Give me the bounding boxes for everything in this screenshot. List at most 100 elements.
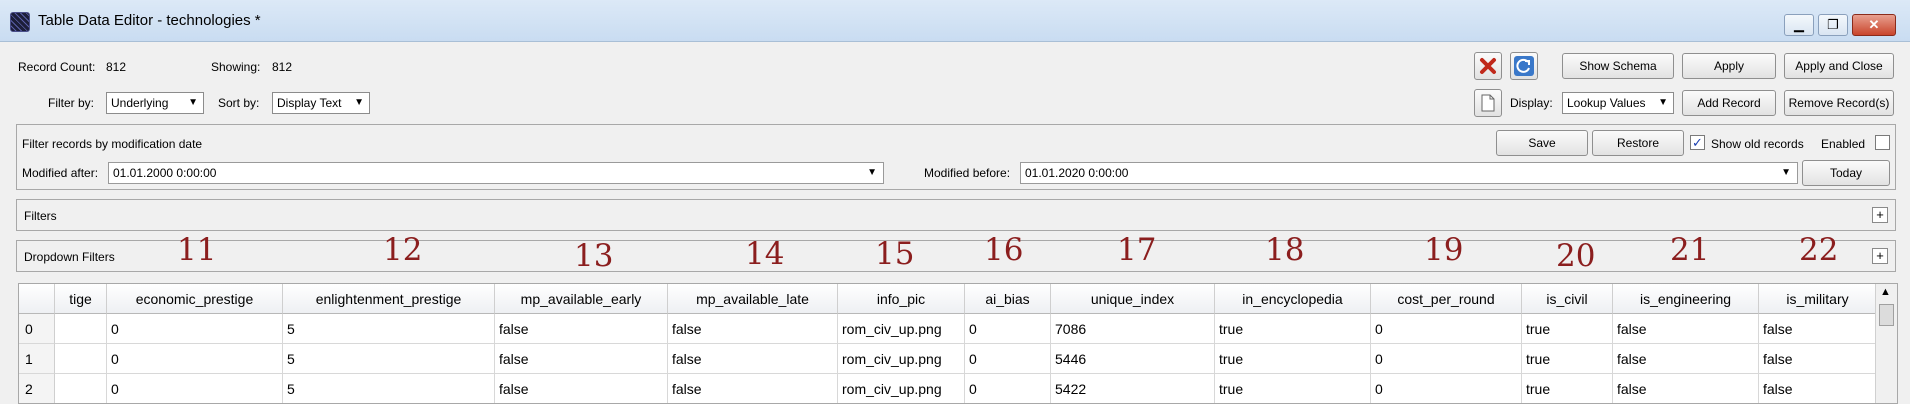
today-button[interactable]: Today <box>1802 160 1890 186</box>
remove-records-button[interactable]: Remove Record(s) <box>1784 90 1894 116</box>
table-cell[interactable]: false <box>668 314 838 344</box>
sort-by-select[interactable]: Display Text ▼ <box>272 92 370 114</box>
column-header[interactable]: enlightenment_prestige <box>283 284 495 314</box>
corner-header[interactable] <box>19 284 55 314</box>
restore-button[interactable]: Restore <box>1592 130 1684 156</box>
vertical-scrollbar[interactable]: ▲ <box>1875 284 1897 403</box>
dropdown-filters-panel <box>16 240 1896 272</box>
scroll-up-icon[interactable]: ▲ <box>1880 286 1891 298</box>
enabled-label: Enabled <box>1821 137 1866 151</box>
column-header[interactable]: ai_bias <box>965 284 1051 314</box>
table-cell[interactable]: 5 <box>283 374 495 403</box>
table-cell[interactable]: rom_civ_up.png <box>838 374 965 403</box>
table-cell[interactable]: false <box>1613 374 1759 403</box>
chevron-down-icon: ▼ <box>354 97 364 108</box>
filter-by-select[interactable]: Underlying ▼ <box>106 92 204 114</box>
table-cell[interactable]: 0 <box>965 314 1051 344</box>
table-cell[interactable]: 7086 <box>1051 314 1215 344</box>
table-cell[interactable]: false <box>495 314 668 344</box>
table-cell[interactable]: 5422 <box>1051 374 1215 403</box>
column-header[interactable]: in_encyclopedia <box>1215 284 1371 314</box>
table-cell[interactable]: false <box>1759 374 1877 403</box>
table-cell[interactable]: 5 <box>283 344 495 374</box>
column-header[interactable]: mp_available_early <box>495 284 668 314</box>
column-header[interactable]: is_civil <box>1522 284 1613 314</box>
table-cell[interactable]: true <box>1522 314 1613 344</box>
table-cell[interactable]: 0 <box>965 374 1051 403</box>
chevron-down-icon: ▼ <box>1658 97 1668 108</box>
chevron-down-icon: ▼ <box>188 97 198 108</box>
showing-value: 812 <box>272 60 293 74</box>
column-header[interactable]: is_military <box>1759 284 1877 314</box>
add-record-button[interactable]: Add Record <box>1682 90 1776 116</box>
show-schema-button[interactable]: Show Schema <box>1562 53 1674 79</box>
modified-before-field[interactable]: 01.01.2020 0:00:00 ▼ <box>1020 162 1798 184</box>
enabled-checkbox[interactable] <box>1875 135 1890 150</box>
column-header[interactable]: mp_available_late <box>668 284 838 314</box>
show-old-records-checkbox[interactable]: ✓ <box>1690 135 1705 150</box>
table-cell[interactable]: 0 <box>965 344 1051 374</box>
column-number: 20 <box>1556 238 1596 274</box>
table-cell[interactable]: false <box>668 344 838 374</box>
table-cell[interactable]: rom_civ_up.png <box>838 344 965 374</box>
delete-button[interactable] <box>1474 52 1502 80</box>
scroll-thumb[interactable] <box>1879 304 1894 326</box>
table-cell[interactable] <box>55 374 107 403</box>
expand-filters-button[interactable]: + <box>1872 207 1888 223</box>
column-header[interactable]: economic_prestige <box>107 284 283 314</box>
minimize-button[interactable]: ▁ <box>1784 14 1814 36</box>
table-cell[interactable]: 0 <box>107 374 283 403</box>
row-header[interactable]: 0 <box>19 314 55 344</box>
table-cell[interactable]: 0 <box>107 344 283 374</box>
column-number: 18 <box>1265 232 1305 268</box>
restore-icon: ❐ <box>1827 17 1839 32</box>
table-cell[interactable] <box>55 344 107 374</box>
modified-after-field[interactable]: 01.01.2000 0:00:00 ▼ <box>108 162 884 184</box>
display-select[interactable]: Lookup Values ▼ <box>1562 92 1674 114</box>
column-header[interactable]: info_pic <box>838 284 965 314</box>
column-header[interactable]: is_engineering <box>1613 284 1759 314</box>
table-cell[interactable]: 0 <box>1371 344 1522 374</box>
sort-by-value: Display Text <box>277 96 342 110</box>
table-cell[interactable]: rom_civ_up.png <box>838 314 965 344</box>
column-header[interactable]: tige <box>55 284 107 314</box>
table-cell[interactable]: true <box>1215 374 1371 403</box>
table-cell[interactable]: false <box>668 374 838 403</box>
display-value: Lookup Values <box>1567 96 1646 110</box>
row-header[interactable]: 1 <box>19 344 55 374</box>
table-cell[interactable]: false <box>1759 344 1877 374</box>
table-cell[interactable]: false <box>495 344 668 374</box>
record-count-label: Record Count: <box>18 60 96 74</box>
row-header[interactable]: 2 <box>19 374 55 403</box>
show-old-records-label: Show old records <box>1711 137 1804 151</box>
column-header[interactable]: cost_per_round <box>1371 284 1522 314</box>
expand-dropdown-filters-button[interactable]: + <box>1872 248 1888 264</box>
table-cell[interactable]: 0 <box>107 314 283 344</box>
table-cell[interactable]: false <box>495 374 668 403</box>
table-cell[interactable]: false <box>1613 344 1759 374</box>
column-header[interactable]: unique_index <box>1051 284 1215 314</box>
window-title: Table Data Editor - technologies * <box>38 12 261 29</box>
column-number: 16 <box>984 232 1024 268</box>
table-cell[interactable]: true <box>1522 374 1613 403</box>
table-cell[interactable] <box>55 314 107 344</box>
table-cell[interactable]: false <box>1759 314 1877 344</box>
table-cell[interactable]: false <box>1613 314 1759 344</box>
save-button[interactable]: Save <box>1496 130 1588 156</box>
refresh-icon <box>1514 56 1534 76</box>
table-cell[interactable]: 5 <box>283 314 495 344</box>
table-cell[interactable]: 0 <box>1371 314 1522 344</box>
refresh-button[interactable] <box>1510 52 1538 80</box>
chevron-down-icon: ▼ <box>867 167 877 178</box>
apply-button[interactable]: Apply <box>1682 53 1776 79</box>
table-cell[interactable]: true <box>1522 344 1613 374</box>
table-cell[interactable]: true <box>1215 344 1371 374</box>
document-button[interactable] <box>1474 89 1502 117</box>
filter-by-label: Filter by: <box>48 96 95 110</box>
apply-and-close-button[interactable]: Apply and Close <box>1784 53 1894 79</box>
table-cell[interactable]: 0 <box>1371 374 1522 403</box>
close-button[interactable]: ✕ <box>1852 14 1896 36</box>
table-cell[interactable]: 5446 <box>1051 344 1215 374</box>
table-cell[interactable]: true <box>1215 314 1371 344</box>
maximize-button[interactable]: ❐ <box>1818 14 1848 36</box>
